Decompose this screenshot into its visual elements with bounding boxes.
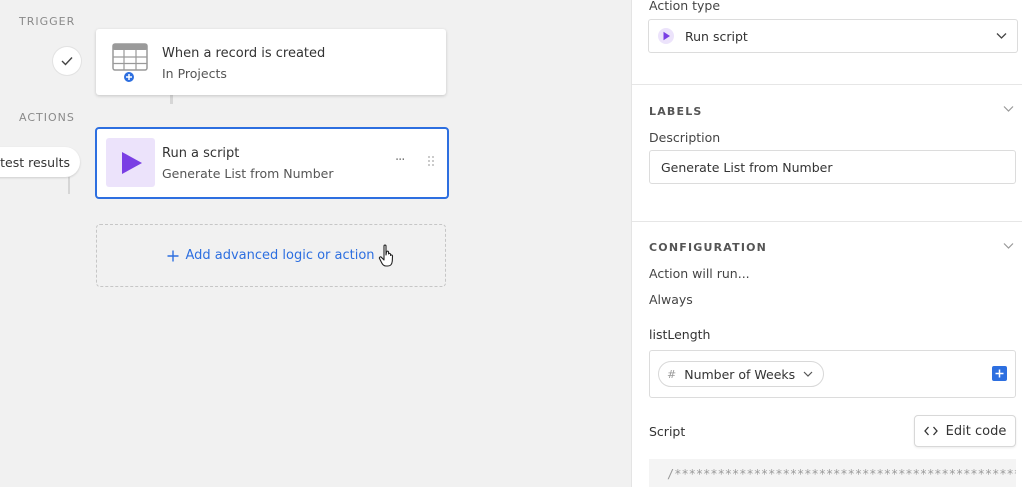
play-icon — [121, 151, 142, 174]
chevron-down-icon — [803, 371, 813, 377]
action-will-run-label: Action will run... — [649, 266, 750, 281]
run-script-icon — [658, 28, 674, 44]
trigger-status — [53, 47, 81, 75]
actions-section-label: ACTIONS — [19, 111, 75, 124]
add-badge-icon — [123, 71, 135, 83]
action-title: Run a script — [162, 146, 240, 161]
cursor-hand-icon — [378, 244, 394, 267]
action-will-run-value: Always — [649, 292, 693, 307]
section-divider — [632, 221, 1022, 222]
number-field-icon: # — [667, 367, 677, 381]
script-label: Script — [649, 424, 686, 439]
script-code-preview[interactable]: /***************************************… — [649, 459, 1016, 487]
action-type-select[interactable]: Run script — [648, 19, 1018, 53]
description-value: Generate List from Number — [661, 160, 833, 175]
trigger-title: When a record is created — [162, 46, 326, 61]
code-icon — [923, 426, 938, 436]
action-type-label: Action type — [649, 0, 721, 13]
plus-icon — [995, 369, 1004, 378]
action-subtitle: Generate List from Number — [162, 166, 334, 181]
action-type-value: Run script — [685, 29, 748, 44]
labels-heading: LABELS — [649, 105, 703, 118]
more-icon[interactable]: ··· — [395, 153, 405, 168]
action-config-panel: Action type Run script LABELS Descriptio… — [631, 0, 1022, 487]
edit-code-label: Edit code — [945, 423, 1007, 439]
description-field[interactable]: Generate List from Number — [649, 150, 1016, 184]
field-token[interactable]: # Number of Weeks — [658, 361, 825, 387]
chevron-down-icon[interactable] — [1003, 242, 1014, 250]
view-test-results-button[interactable]: w test results — [0, 147, 80, 177]
flow-connector-side — [68, 177, 70, 194]
edit-code-button[interactable]: Edit code — [914, 415, 1016, 447]
field-token-label: Number of Weeks — [684, 366, 796, 382]
check-icon — [61, 57, 73, 66]
flow-connector — [170, 95, 173, 104]
chevron-down-icon[interactable] — [1003, 105, 1014, 113]
section-divider — [632, 84, 1022, 85]
add-action-label: Add advanced logic or action — [185, 248, 375, 263]
drag-handle-icon[interactable] — [427, 155, 435, 167]
input-variable-field[interactable]: # Number of Weeks — [649, 350, 1016, 398]
add-field-button[interactable] — [992, 366, 1007, 381]
action-card-run-script[interactable]: Run a script Generate List from Number ·… — [95, 127, 449, 199]
input-variable-name: listLength — [649, 327, 711, 342]
description-label: Description — [649, 130, 721, 145]
trigger-section-label: TRIGGER — [19, 15, 76, 28]
trigger-subtitle: In Projects — [162, 66, 227, 81]
script-icon-tile — [106, 138, 155, 187]
trigger-card[interactable]: When a record is created In Projects — [96, 29, 446, 95]
configuration-heading: CONFIGURATION — [649, 241, 768, 254]
plus-icon — [167, 250, 179, 261]
chevron-down-icon — [996, 33, 1007, 39]
